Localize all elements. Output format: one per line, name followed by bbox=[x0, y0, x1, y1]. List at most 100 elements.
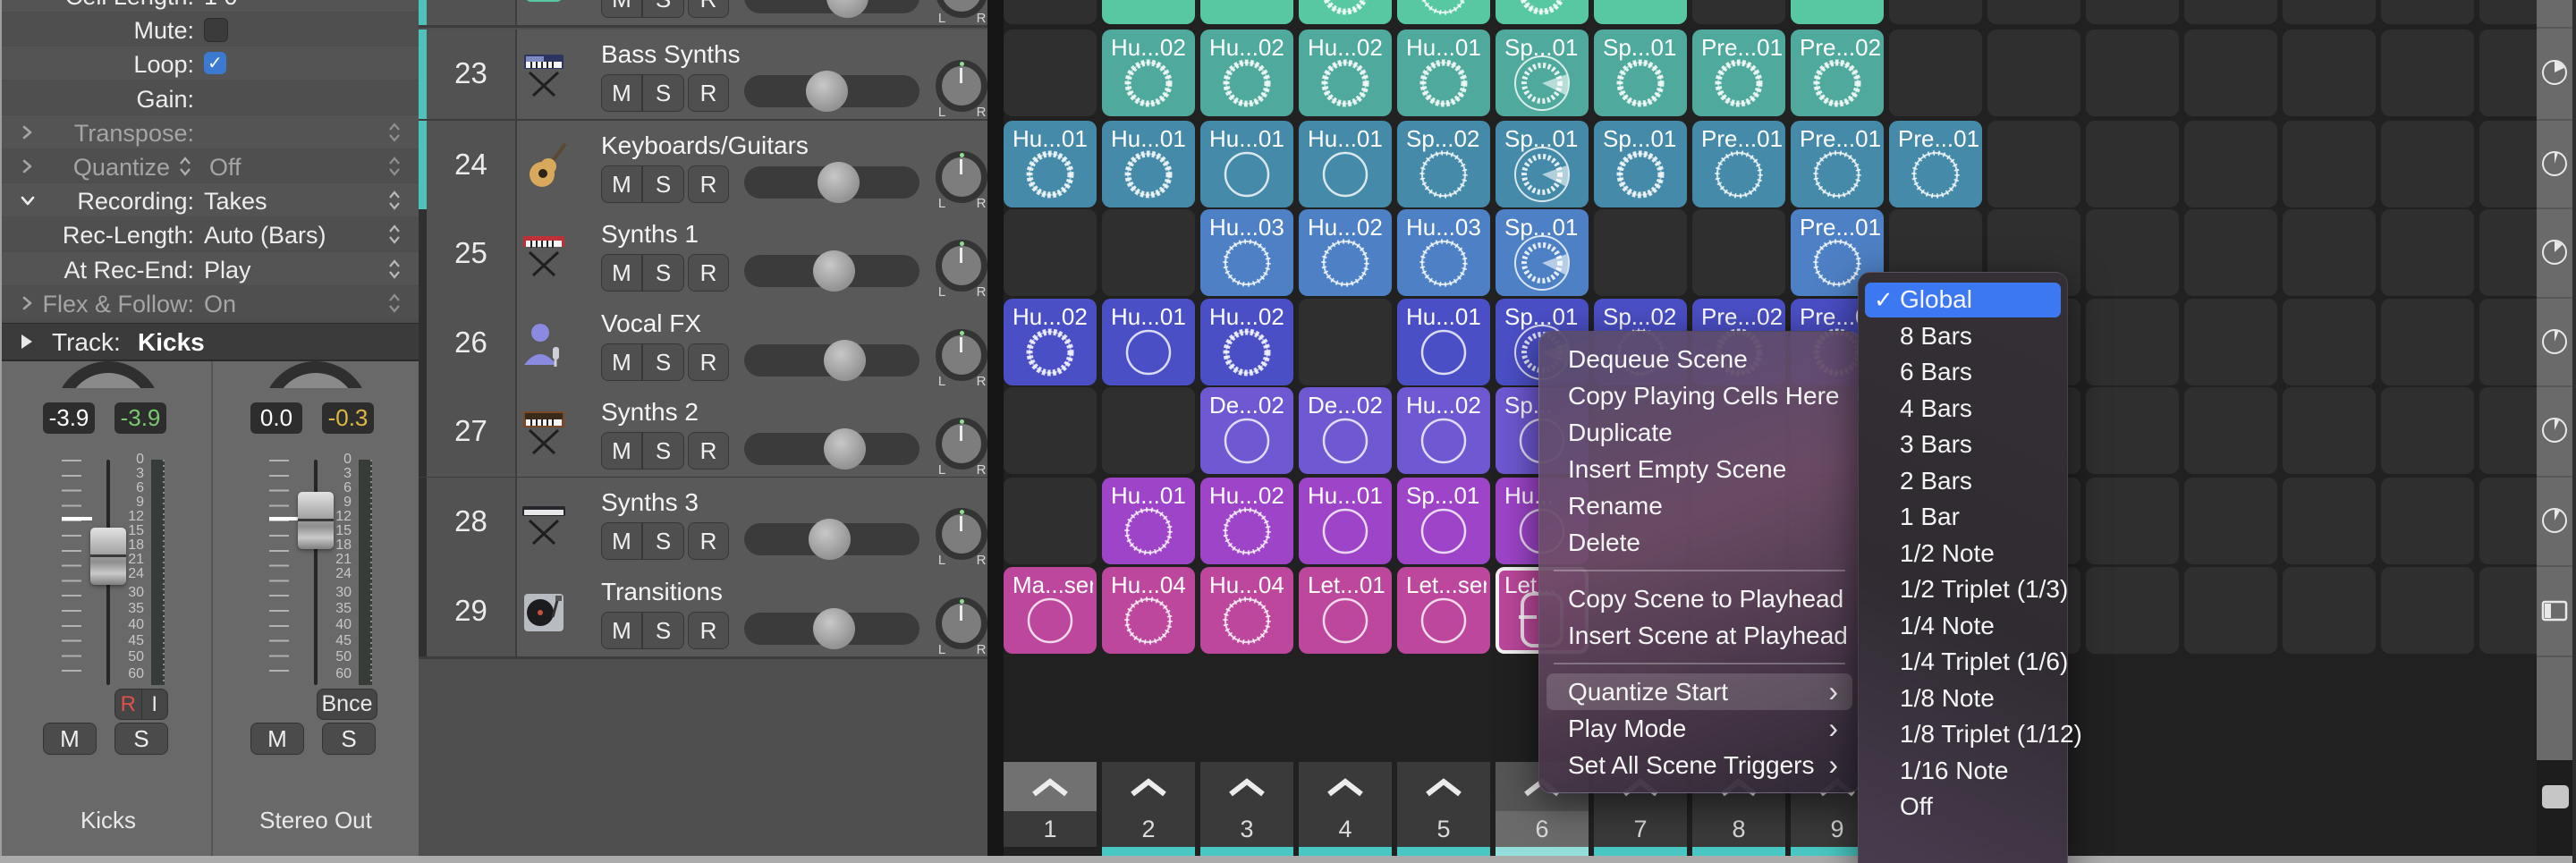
loop-cell[interactable]: Hu...02 bbox=[1200, 299, 1293, 385]
loop-cell[interactable]: Sp...01 bbox=[1496, 121, 1589, 207]
inspector-row[interactable]: Flex & Follow:On bbox=[2, 286, 419, 319]
scene-number-cell[interactable]: 3 bbox=[1200, 811, 1293, 847]
track-row[interactable]: 25Synths 1MSRLR bbox=[419, 209, 987, 301]
submenu-item[interactable]: Off bbox=[1865, 790, 2061, 825]
empty-cell-slot[interactable] bbox=[2184, 478, 2277, 564]
empty-cell-slot[interactable] bbox=[2184, 0, 2277, 24]
inspector-row[interactable]: Loop:✓ bbox=[2, 47, 419, 80]
empty-cell-slot[interactable] bbox=[2283, 478, 2376, 564]
submenu-item[interactable]: 1/8 Triplet (1/12) bbox=[1865, 717, 2061, 752]
inspector-value[interactable]: 1 0 bbox=[204, 0, 238, 11]
empty-cell-slot[interactable] bbox=[2184, 567, 2277, 654]
inspector-row[interactable]: At Rec-End:Play bbox=[2, 252, 419, 285]
submenu-item[interactable]: 1/2 Triplet (1/3) bbox=[1865, 572, 2061, 607]
loop-cell[interactable] bbox=[1496, 0, 1589, 24]
record-enable-button[interactable]: R bbox=[115, 690, 141, 719]
volume-slider[interactable] bbox=[744, 523, 919, 555]
track-row[interactable]: 29TransitionsMSRLR bbox=[419, 567, 987, 659]
loop-cell[interactable] bbox=[1299, 0, 1392, 24]
loop-cell[interactable] bbox=[1102, 0, 1195, 24]
empty-cell-slot[interactable] bbox=[2381, 299, 2474, 385]
empty-cell-slot[interactable] bbox=[2479, 567, 2537, 654]
volume-slider-thumb[interactable] bbox=[813, 608, 855, 649]
input-monitor-button[interactable]: I bbox=[141, 690, 168, 719]
loop-cell[interactable]: Hu...02 bbox=[1200, 30, 1293, 116]
loop-cell[interactable]: Hu...01 bbox=[1004, 121, 1097, 207]
context-menu-item[interactable]: Play Mode› bbox=[1546, 710, 1852, 747]
submenu-item[interactable]: 8 Bars bbox=[1865, 319, 2061, 354]
record-button[interactable]: R bbox=[688, 0, 729, 18]
empty-cell-slot[interactable] bbox=[2184, 387, 2277, 474]
empty-cell-slot[interactable] bbox=[1987, 121, 2080, 207]
empty-cell-slot[interactable] bbox=[2381, 121, 2474, 207]
empty-cell-slot[interactable] bbox=[2086, 478, 2179, 564]
empty-cell-slot[interactable] bbox=[1004, 30, 1097, 116]
loop-cell[interactable]: Hu...01 bbox=[1397, 299, 1490, 385]
empty-cell-slot[interactable] bbox=[1102, 387, 1195, 474]
submenu-item[interactable]: 2 Bars bbox=[1865, 464, 2061, 499]
inspector-value[interactable]: Takes bbox=[204, 188, 267, 216]
loop-cell[interactable] bbox=[1594, 0, 1687, 24]
empty-cell-slot[interactable] bbox=[2283, 0, 2376, 24]
empty-cell-slot[interactable] bbox=[1692, 209, 1785, 296]
volume-slider[interactable] bbox=[744, 433, 919, 465]
loop-cell[interactable]: Hu...01 bbox=[1102, 478, 1195, 564]
volume-slider[interactable] bbox=[744, 613, 919, 645]
submenu-item[interactable]: 4 Bars bbox=[1865, 392, 2061, 427]
empty-cell-slot[interactable] bbox=[2479, 478, 2537, 564]
loop-cell[interactable]: Pre...02 bbox=[1791, 30, 1884, 116]
loop-cell[interactable] bbox=[1200, 0, 1293, 24]
loop-cell[interactable]: Let...ser bbox=[1397, 567, 1490, 654]
context-menu-item[interactable]: Rename bbox=[1546, 487, 1852, 524]
volume-slider-thumb[interactable] bbox=[824, 340, 866, 381]
submenu-item[interactable]: 1/2 Note bbox=[1865, 537, 2061, 571]
empty-cell-slot[interactable] bbox=[2479, 0, 2537, 24]
empty-cell-slot[interactable] bbox=[2086, 121, 2179, 207]
empty-cell-slot[interactable] bbox=[2381, 478, 2474, 564]
empty-cell-slot[interactable] bbox=[2283, 567, 2376, 654]
volume-slider-thumb[interactable] bbox=[809, 519, 851, 560]
loop-cell[interactable]: Hu...02 bbox=[1004, 299, 1097, 385]
scene-number-cell[interactable]: 5 bbox=[1397, 811, 1490, 847]
empty-cell-slot[interactable] bbox=[1889, 30, 1982, 116]
record-button[interactable]: R bbox=[688, 432, 729, 470]
mute-button[interactable]: M bbox=[602, 75, 641, 111]
scene-trigger-cell[interactable] bbox=[1102, 762, 1195, 811]
inspector-row[interactable]: Cell Length:1 0 bbox=[2, 0, 419, 12]
solo-button[interactable]: S bbox=[114, 723, 168, 755]
empty-cell-slot[interactable] bbox=[2381, 30, 2474, 116]
inspector-value[interactable]: On bbox=[204, 291, 236, 318]
solo-button[interactable]: S bbox=[641, 613, 683, 648]
empty-cell-slot[interactable] bbox=[2086, 209, 2179, 296]
inspector-row[interactable]: Gain: bbox=[2, 81, 419, 114]
submenu-item[interactable]: 1/16 Note bbox=[1865, 754, 2061, 789]
volume-slider-thumb[interactable] bbox=[824, 428, 866, 470]
loop-cell[interactable]: Sp...02 bbox=[1397, 121, 1490, 207]
empty-cell-slot[interactable] bbox=[1004, 387, 1097, 474]
empty-cell-slot[interactable] bbox=[2283, 387, 2376, 474]
mute-button[interactable]: M bbox=[602, 344, 641, 380]
scene-number-cell[interactable]: 6 bbox=[1496, 811, 1589, 847]
volume-slider[interactable] bbox=[744, 344, 919, 377]
loop-cell[interactable]: Hu...03 bbox=[1397, 209, 1490, 296]
empty-cell-slot[interactable] bbox=[1004, 478, 1097, 564]
loop-cell[interactable]: Hu...01 bbox=[1200, 121, 1293, 207]
checkbox-checked[interactable]: ✓ bbox=[204, 52, 226, 74]
mute-button[interactable]: M bbox=[602, 255, 641, 291]
loop-cell[interactable] bbox=[1397, 0, 1490, 24]
context-menu-item[interactable]: Duplicate bbox=[1546, 414, 1852, 451]
scene-number-cell[interactable]: 8 bbox=[1692, 811, 1785, 847]
record-button[interactable]: R bbox=[688, 254, 729, 292]
scene-number-cell[interactable]: 7 bbox=[1594, 811, 1687, 847]
empty-cell-slot[interactable] bbox=[2086, 567, 2179, 654]
scene-number-cell[interactable]: 1 bbox=[1004, 811, 1097, 847]
context-menu-item[interactable]: Copy Playing Cells Here bbox=[1546, 377, 1852, 414]
loop-cell[interactable]: Sp...01 bbox=[1496, 30, 1589, 116]
inspector-value[interactable]: Off bbox=[209, 154, 242, 182]
volume-slider-thumb[interactable] bbox=[813, 250, 855, 292]
loop-cell[interactable]: Hu...01 bbox=[1299, 121, 1392, 207]
empty-cell-slot[interactable] bbox=[2381, 567, 2474, 654]
inspector-row[interactable]: QuantizeOff bbox=[2, 149, 419, 182]
inspector-row[interactable]: Recording:Takes bbox=[2, 183, 419, 216]
empty-cell-slot[interactable] bbox=[2184, 209, 2277, 296]
